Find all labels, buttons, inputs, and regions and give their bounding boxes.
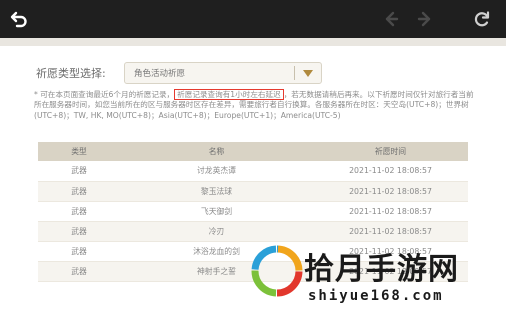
cell-type: 武器	[38, 261, 120, 282]
next-page-button[interactable]	[412, 6, 438, 32]
cell-type: 武器	[38, 181, 120, 202]
prev-arrow-icon	[385, 11, 399, 27]
wish-type-filter: 祈愿类型选择: 角色活动祈愿	[36, 62, 322, 84]
table-row: 武器 黎玉法球 2021-11-02 18:08:57	[38, 181, 468, 202]
browser-toolbar	[0, 0, 506, 38]
column-header-time: 祈愿时间	[313, 142, 468, 161]
site-watermark: 拾月手游网 shiyue168.com	[244, 238, 506, 316]
next-arrow-icon	[417, 11, 431, 27]
back-button[interactable]	[6, 6, 32, 32]
cell-type: 武器	[38, 201, 120, 222]
cell-time: 2021-11-02 18:08:57	[313, 161, 468, 182]
watermark-title: 拾月手游网	[304, 252, 459, 287]
column-header-name: 名称	[120, 142, 313, 161]
cell-time: 2021-11-02 18:08:57	[313, 181, 468, 202]
cell-name: 飞天御剑	[120, 201, 313, 222]
cell-type: 武器	[38, 241, 120, 262]
cell-type: 武器	[38, 161, 120, 182]
cell-name: 讨龙英杰谭	[120, 161, 313, 182]
watermark-url: shiyue168.com	[308, 288, 444, 304]
select-value: 角色活动祈愿	[134, 69, 186, 79]
prev-page-button[interactable]	[378, 6, 404, 32]
wish-type-select[interactable]: 角色活动祈愿	[124, 62, 322, 84]
column-header-type: 类型	[38, 142, 120, 161]
cell-time: 2021-11-02 18:08:57	[313, 201, 468, 222]
reload-button[interactable]	[469, 6, 495, 32]
back-arrow-icon	[10, 11, 27, 28]
reload-icon	[474, 11, 490, 27]
notice-text: * 可在本页面查询最近6个月的祈愿记录， 祈愿记录查询有1小时左右延迟 ，若无数据请…	[34, 89, 474, 121]
table-header-row: 类型 名称 祈愿时间	[38, 142, 468, 161]
cell-name: 黎玉法球	[120, 181, 313, 202]
filter-label: 祈愿类型选择:	[36, 67, 106, 80]
watermark-logo-icon	[251, 245, 303, 297]
chevron-down-icon	[303, 70, 313, 77]
table-row: 武器 飞天御剑 2021-11-02 18:08:57	[38, 201, 468, 222]
cell-type: 武器	[38, 221, 120, 242]
table-row: 武器 讨龙英杰谭 2021-11-02 18:08:57	[38, 161, 468, 182]
select-divider	[294, 66, 295, 80]
notice-before: * 可在本页面查询最近6个月的祈愿记录，	[34, 90, 175, 99]
notice-highlight: 祈愿记录查询有1小时左右延迟	[174, 89, 284, 100]
